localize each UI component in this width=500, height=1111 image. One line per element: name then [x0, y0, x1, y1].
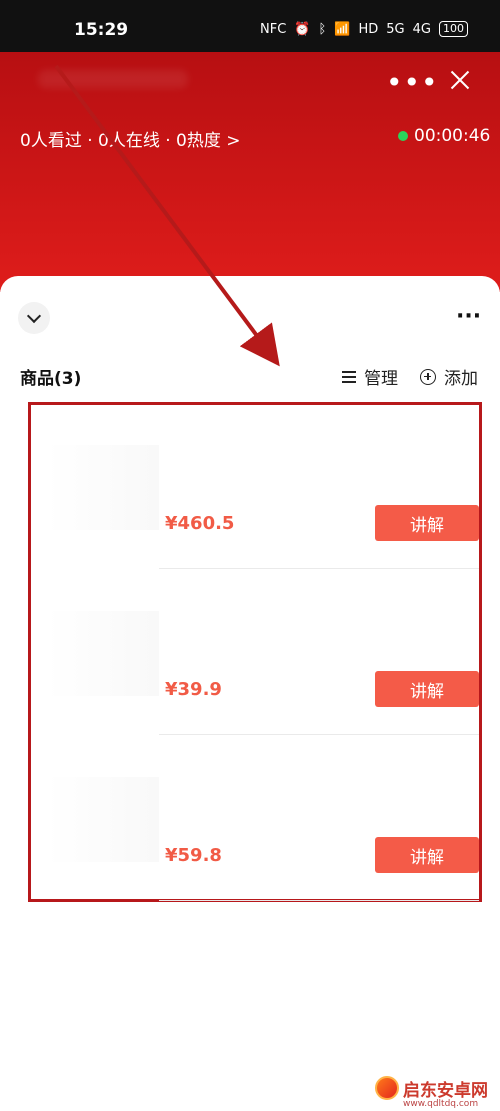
- nfc-icon: NFC: [260, 21, 287, 37]
- live-status-dot: [398, 131, 408, 141]
- product-item[interactable]: ¥39.9 讲解: [31, 571, 479, 735]
- product-item[interactable]: ¥59.8 讲解: [31, 737, 479, 901]
- plus-circle-icon: [420, 368, 436, 385]
- status-time: 15:29: [74, 20, 129, 40]
- watermark-text: 启东安卓网: [403, 1080, 488, 1101]
- product-price: ¥460.5: [165, 513, 235, 534]
- status-icons: NFC ⏰ ᛒ 📶 HD 5G 4G 100: [260, 21, 468, 37]
- blurred-room-title: [38, 70, 188, 88]
- watermark-url: www.qdltdq.com: [403, 1099, 479, 1109]
- explain-button[interactable]: 讲解: [375, 505, 479, 541]
- row-divider: [159, 900, 479, 901]
- battery-indicator: 100: [439, 21, 468, 37]
- hd-icon: HD: [358, 21, 379, 37]
- section-title: 商品(3): [20, 369, 82, 389]
- timer-text: 00:00:46: [414, 126, 491, 146]
- live-stats[interactable]: 0人看过 · 0人在线 · 0热度 >: [20, 126, 241, 151]
- product-thumbnail[interactable]: [47, 445, 159, 530]
- watermark: 启东安卓网: [375, 1075, 495, 1101]
- watermark-logo-icon: [375, 1076, 399, 1100]
- add-label: 添加: [444, 369, 478, 389]
- close-icon[interactable]: [446, 66, 474, 94]
- list-icon: [342, 370, 356, 384]
- wifi-icon: 📶: [334, 21, 351, 37]
- add-button[interactable]: 添加: [420, 364, 478, 389]
- signal-4g-icon: 4G: [412, 21, 431, 37]
- product-thumbnail[interactable]: [47, 611, 159, 696]
- row-divider: [159, 568, 479, 569]
- manage-button[interactable]: 管理: [342, 364, 398, 389]
- product-thumbnail[interactable]: [47, 777, 159, 862]
- row-divider: [159, 734, 479, 735]
- manage-label: 管理: [364, 369, 398, 389]
- sheet-more-icon[interactable]: ···: [456, 306, 481, 328]
- bluetooth-icon: ᛒ: [318, 21, 327, 37]
- chevron-down-icon: [26, 308, 42, 324]
- explain-button[interactable]: 讲解: [375, 837, 479, 873]
- product-sheet: ··· 商品(3) 管理 添加 ¥460.5 讲解 ¥39.9 讲解 ¥59.8…: [0, 276, 500, 1111]
- live-header: ••• 0人看过 · 0人在线 · 0热度 > 00:00:46: [0, 52, 500, 292]
- product-price: ¥39.9: [165, 679, 222, 700]
- signal-5g-icon: 5G: [386, 21, 405, 37]
- explain-button[interactable]: 讲解: [375, 671, 479, 707]
- collapse-button[interactable]: [18, 302, 50, 334]
- product-price: ¥59.8: [165, 845, 222, 866]
- product-list-highlight: ¥460.5 讲解 ¥39.9 讲解 ¥59.8 讲解: [28, 402, 482, 902]
- product-item[interactable]: ¥460.5 讲解: [31, 405, 479, 569]
- alarm-icon: ⏰: [294, 21, 311, 37]
- live-timer: 00:00:46: [398, 126, 490, 146]
- status-bar: 15:29 NFC ⏰ ᛒ 📶 HD 5G 4G 100: [0, 0, 500, 52]
- more-icon[interactable]: •••: [386, 69, 439, 97]
